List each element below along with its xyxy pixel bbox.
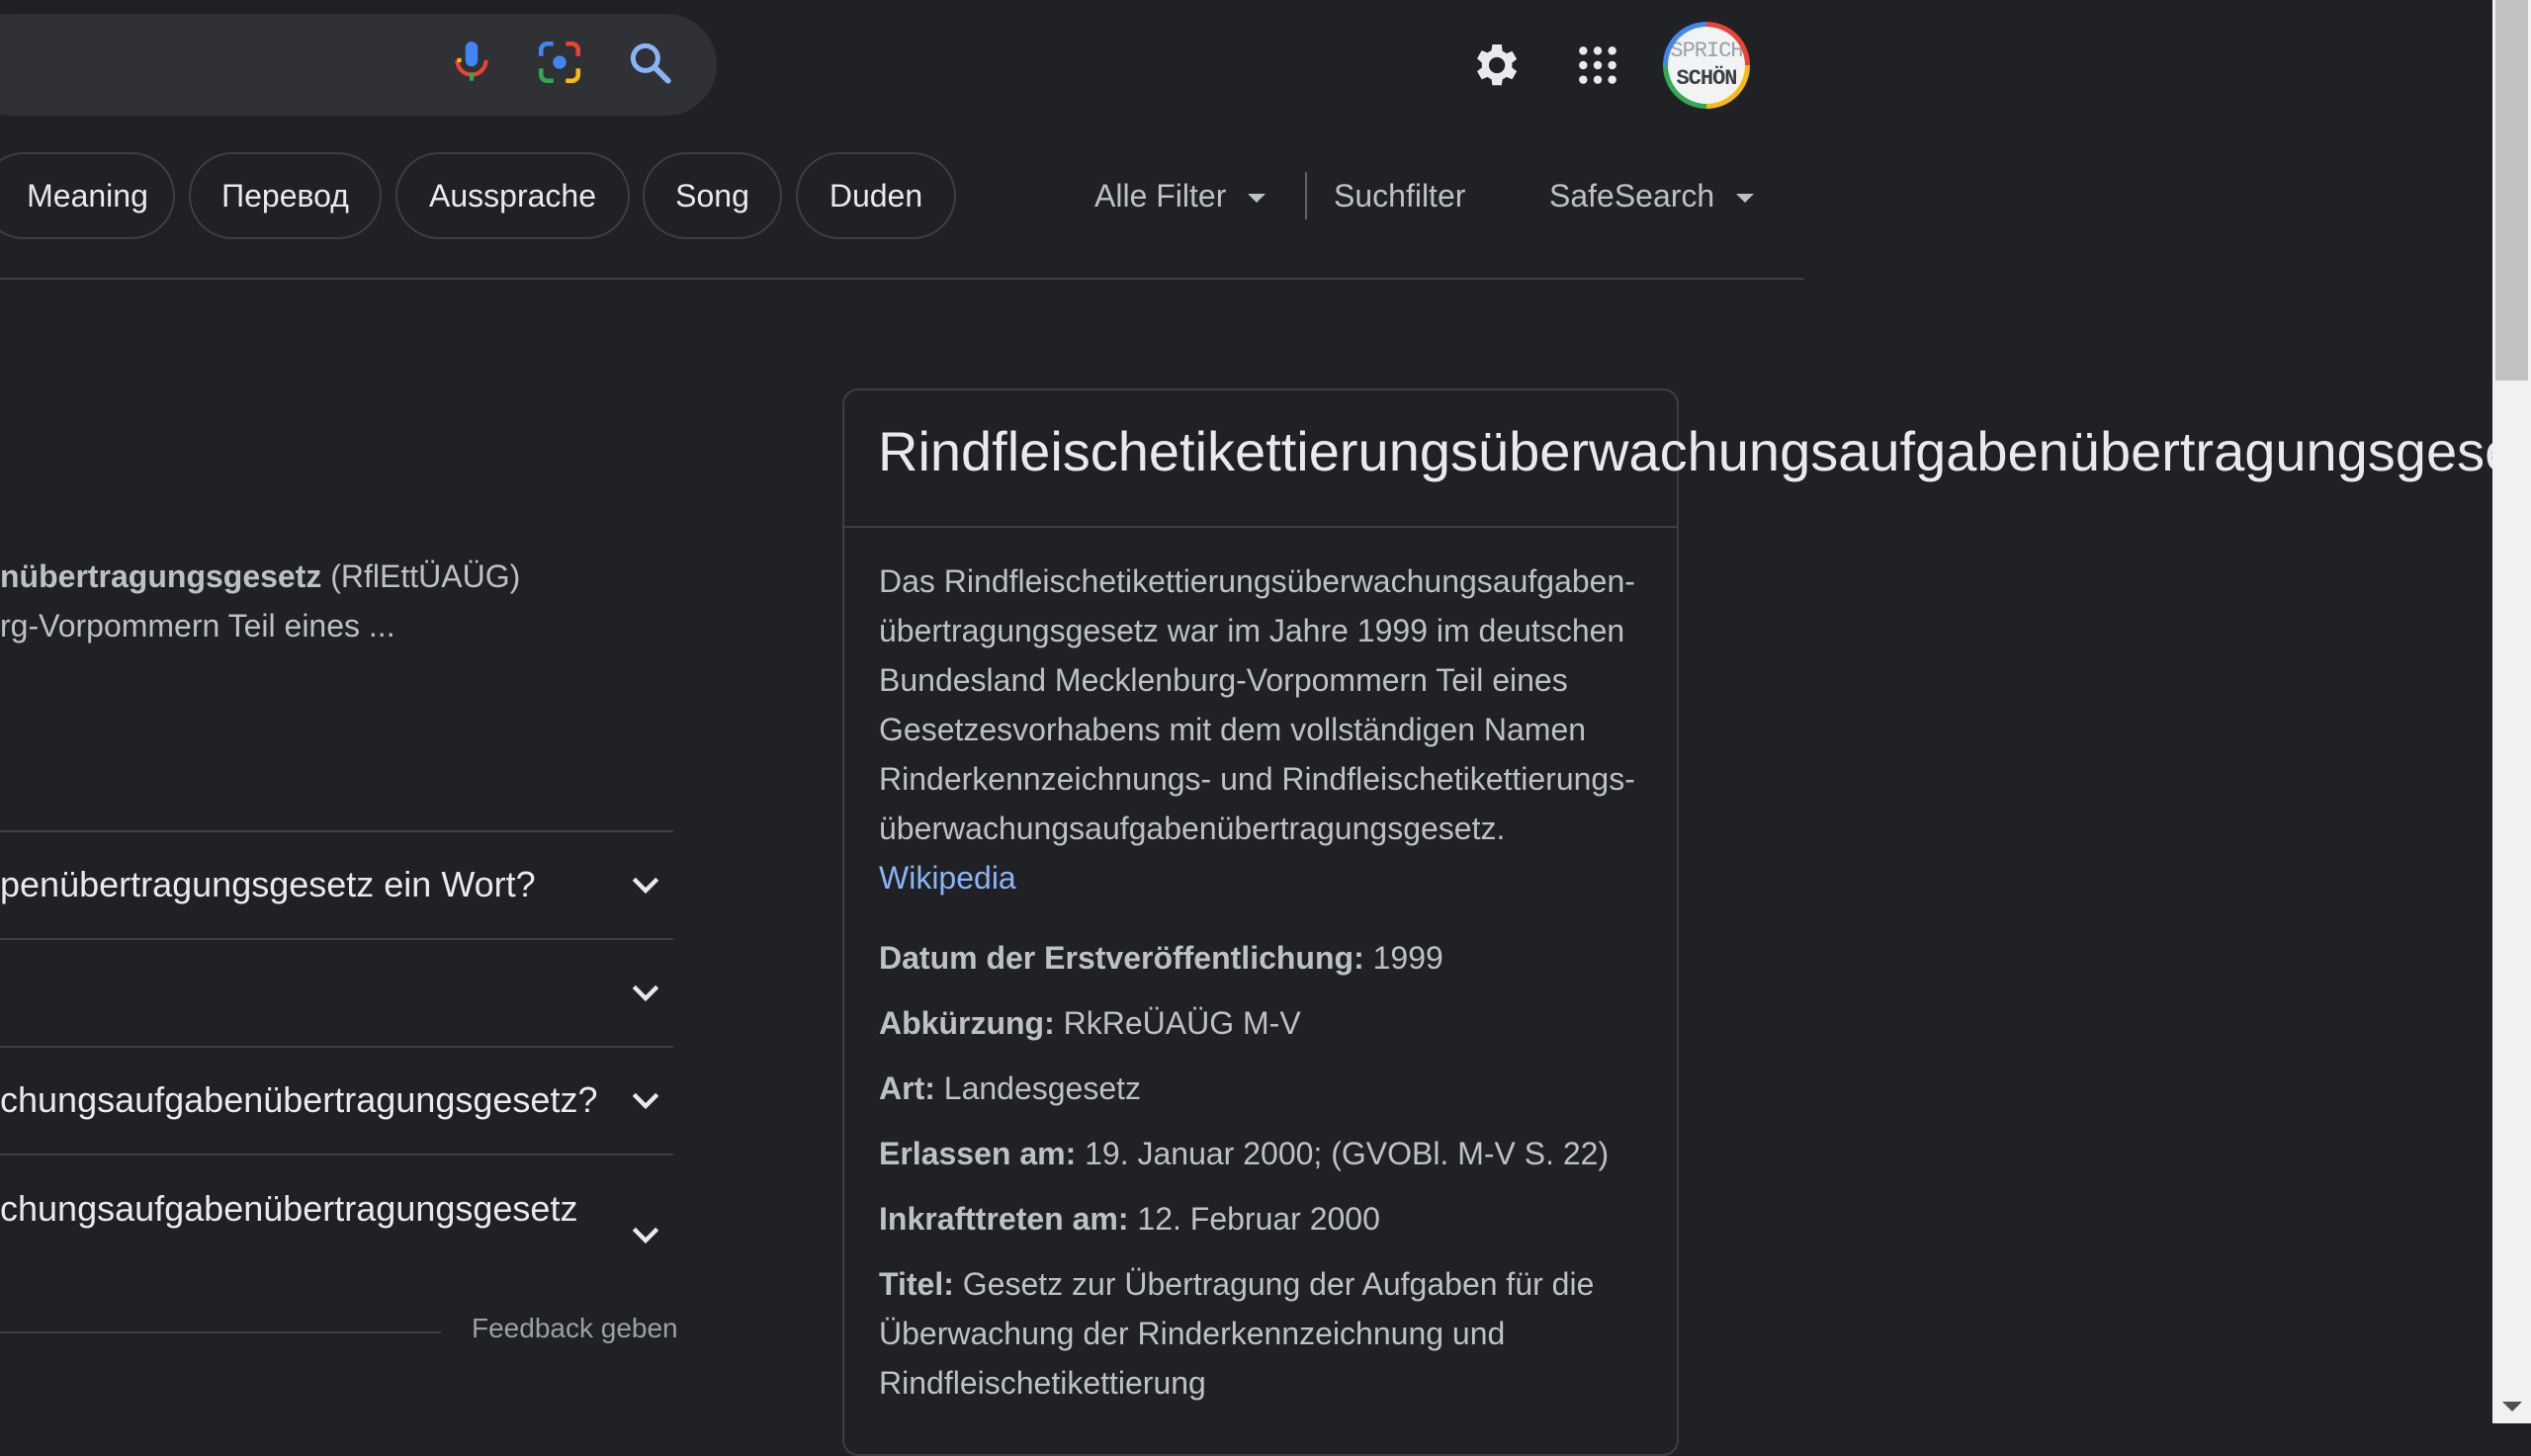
description-line: überwachungsaufgabenübertragungsgesetz. <box>879 811 1506 846</box>
result-snippet-line1: nübertragungsgesetz (RflEttÜAÜG) <box>0 552 520 601</box>
settings-gear-icon[interactable] <box>1467 38 1523 93</box>
chevron-down-icon <box>1248 194 1266 204</box>
description-line: Bundesland Mecklenburg-Vorpommern Teil e… <box>879 662 1568 698</box>
fact-value: 1999 <box>1363 940 1443 976</box>
chip-song[interactable]: Song <box>643 152 782 239</box>
account-avatar[interactable]: SPRICH SCHÖN <box>1663 22 1750 109</box>
chip-translation[interactable]: Перевод <box>189 152 382 239</box>
knowledge-panel-title: Rindfleischetikettierungsüberwachungsauf… <box>878 420 2531 482</box>
chevron-down-icon[interactable] <box>626 974 665 1013</box>
paa-divider <box>0 1046 673 1048</box>
fact-key: Art: <box>879 1071 935 1106</box>
fact-value: Landesgesetz <box>934 1071 1142 1106</box>
paa-divider <box>0 938 673 940</box>
scrollbar-thumb[interactable] <box>2495 0 2528 381</box>
avatar-text-top: SPRICH <box>1670 39 1743 63</box>
paa-question-3[interactable]: chungsaufgabenübertragungsgesetz? <box>0 1079 597 1121</box>
feedback-link[interactable]: Feedback geben <box>472 1313 678 1344</box>
chip-meaning[interactable]: Meaning <box>0 152 175 239</box>
fact-effective: Inkrafttreten am: 12. Februar 2000 <box>879 1194 1660 1243</box>
search-icon[interactable] <box>625 38 674 87</box>
description-line: Rinderkennzeichnungs- und Rindfleischeti… <box>879 761 1635 797</box>
wikipedia-link[interactable]: Wikipedia <box>879 853 1660 902</box>
fact-enacted: Erlassen am: 19. Januar 2000; (GVOBl. M-… <box>879 1129 1660 1178</box>
snippet-bold: nübertragungsgesetz <box>0 558 322 594</box>
chevron-down-icon[interactable] <box>626 1081 665 1121</box>
feedback-divider <box>0 1331 441 1333</box>
scroll-down-arrow-icon[interactable] <box>2502 1402 2522 1412</box>
fact-first-published: Datum der Erstveröffentlichung: 1999 <box>879 933 1660 983</box>
header-divider <box>0 278 1804 280</box>
paa-question-4[interactable]: chungsaufgabenübertragungsgesetz <box>0 1188 577 1230</box>
fact-type: Art: Landesgesetz <box>879 1064 1660 1113</box>
chevron-down-icon[interactable] <box>626 866 665 905</box>
description-line: übertragungsgesetz war im Jahre 1999 im … <box>879 613 1625 648</box>
all-filters-label: Alle Filter <box>1094 178 1227 214</box>
chip-pronunciation[interactable]: Aussprache <box>395 152 630 239</box>
knowledge-panel-divider <box>843 526 1678 528</box>
avatar-text-bottom: SCHÖN <box>1676 66 1737 91</box>
page-scrollbar[interactable] <box>2492 0 2531 1423</box>
search-filter-button[interactable]: Suchfilter <box>1334 176 1465 215</box>
fact-value: RkReÜAÜG M-V <box>1054 1005 1301 1041</box>
paa-divider <box>0 830 673 832</box>
knowledge-panel-description: Das Rindfleischetikettierungsüberwachung… <box>879 557 1660 902</box>
google-lens-icon[interactable] <box>535 38 584 87</box>
apps-grid-icon[interactable] <box>1576 43 1619 87</box>
fact-key: Titel: <box>879 1266 954 1302</box>
filter-divider <box>1305 172 1307 219</box>
fact-value: 19. Januar 2000; (GVOBl. M-V S. 22) <box>1076 1136 1610 1171</box>
chevron-down-icon[interactable] <box>626 1216 665 1255</box>
fact-abbreviation: Abkürzung: RkReÜAÜG M-V <box>879 998 1660 1048</box>
paa-question-1[interactable]: penübertragungsgesetz ein Wort? <box>0 864 536 905</box>
avatar-image: SPRICH SCHÖN <box>1668 27 1745 104</box>
fact-key: Datum der Erstveröffentlichung: <box>879 940 1364 976</box>
chevron-down-icon <box>1736 194 1755 204</box>
result-snippet-line2: rg-Vorpommern Teil eines ... <box>0 608 395 643</box>
search-bar[interactable] <box>0 14 717 116</box>
microphone-icon[interactable] <box>447 38 496 87</box>
fact-key: Inkrafttreten am: <box>879 1201 1129 1237</box>
chip-duden[interactable]: Duden <box>796 152 956 239</box>
fact-key: Erlassen am: <box>879 1136 1077 1171</box>
safesearch-dropdown[interactable]: SafeSearch <box>1549 176 1755 215</box>
snippet-rest: (RflEttÜAÜG) <box>321 558 521 594</box>
all-filters-dropdown[interactable]: Alle Filter <box>1094 176 1266 215</box>
fact-value: 12. Februar 2000 <box>1128 1201 1380 1237</box>
paa-divider <box>0 1154 673 1156</box>
safesearch-label: SafeSearch <box>1549 178 1715 214</box>
description-line: Gesetzesvorhabens mit dem vollständigen … <box>879 712 1587 747</box>
description-line: Das Rindfleischetikettierungsüberwachung… <box>879 563 1635 599</box>
fact-value: Gesetz zur Übertragung der Aufgaben für … <box>879 1266 1595 1401</box>
fact-title: Titel: Gesetz zur Übertragung der Aufgab… <box>879 1259 1660 1408</box>
fact-key: Abkürzung: <box>879 1005 1055 1041</box>
